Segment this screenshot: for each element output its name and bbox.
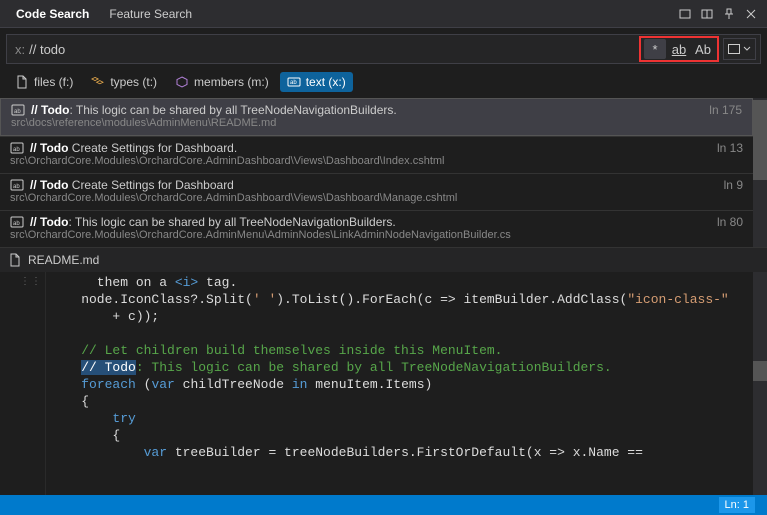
whole-word-toggle[interactable]: ab <box>668 39 690 59</box>
types-icon <box>91 75 105 89</box>
result-line: ln 175 <box>709 103 742 117</box>
close-icon[interactable] <box>741 4 761 24</box>
result-title-bold: // Todo <box>30 141 68 155</box>
file-icon <box>15 75 29 89</box>
code-content[interactable]: them on a <i> tag. node.IconClass?.Split… <box>46 272 753 495</box>
tab-code-search[interactable]: Code Search <box>6 1 99 27</box>
result-path: src\OrchardCore.Modules\OrchardCore.Admi… <box>10 229 717 241</box>
result-title-rest: Create Settings for Dashboard <box>68 178 233 192</box>
cursor-position[interactable]: Ln: 1 <box>719 497 755 513</box>
svg-text:ab: ab <box>13 221 20 227</box>
text-icon: ab <box>10 142 24 154</box>
result-item[interactable]: ab // Todo: This logic can be shared by a… <box>0 98 753 136</box>
search-input[interactable]: x: // todo <box>7 38 639 61</box>
svg-text:ab: ab <box>13 184 20 190</box>
filter-members-label: members (m:) <box>194 75 269 89</box>
result-item[interactable]: ab // Todo Create Settings for Dashboards… <box>0 173 753 210</box>
filter-types[interactable]: types (t:) <box>84 72 164 92</box>
result-item[interactable]: ab // Todo Create Settings for Dashboard.… <box>0 136 753 173</box>
view-box-icon <box>728 44 740 54</box>
results-scrollbar[interactable] <box>753 98 767 247</box>
members-icon <box>175 75 189 89</box>
tab-feature-search[interactable]: Feature Search <box>99 1 202 27</box>
result-title-bold: // Todo <box>30 215 68 229</box>
code-preview: ⋮⋮ them on a <i> tag. node.IconClass?.Sp… <box>0 272 767 495</box>
svg-text:ab: ab <box>13 147 20 153</box>
text-icon: ab <box>10 216 24 228</box>
text-icon: ab <box>11 104 25 116</box>
result-title-rest: Create Settings for Dashboard. <box>68 141 237 155</box>
status-bar: Ln: 1 <box>0 495 767 515</box>
regex-toggle[interactable]: * <box>644 39 666 59</box>
result-title-rest: : This logic can be shared by all TreeNo… <box>68 215 395 229</box>
search-prefix: x: <box>15 42 25 57</box>
search-bar: x: // todo * ab Ab <box>6 34 761 64</box>
filter-types-label: types (t:) <box>110 75 157 89</box>
text-icon: ab <box>10 179 24 191</box>
result-item[interactable]: ab // Todo: This logic can be shared by a… <box>0 210 753 247</box>
file-icon <box>8 253 22 267</box>
preview-filename: README.md <box>28 253 99 267</box>
search-options-highlight: * ab Ab <box>639 36 719 62</box>
title-bar: Code Search Feature Search <box>0 0 767 28</box>
result-line: ln 13 <box>717 141 743 155</box>
view-dropdown[interactable] <box>723 38 756 60</box>
code-scrollbar[interactable] <box>753 272 767 495</box>
result-path: src\OrchardCore.Modules\OrchardCore.Admi… <box>10 192 724 204</box>
result-title-bold: // Todo <box>30 178 68 192</box>
filter-files-label: files (f:) <box>34 75 73 89</box>
filter-text[interactable]: ab text (x:) <box>280 72 353 92</box>
pin-icon[interactable] <box>719 4 739 24</box>
window-layout-icon[interactable] <box>675 4 695 24</box>
scrollbar-thumb[interactable] <box>753 100 767 180</box>
result-line: ln 9 <box>724 178 743 192</box>
filter-tabs: files (f:) types (t:) members (m:) ab te… <box>0 68 767 98</box>
results-list: ab// Todo: This logic can be shared by a… <box>0 98 753 247</box>
chevron-down-icon <box>743 45 751 53</box>
text-icon: ab <box>287 75 301 89</box>
window-split-icon[interactable] <box>697 4 717 24</box>
preview-header: README.md <box>0 247 767 272</box>
filter-files[interactable]: files (f:) <box>8 72 80 92</box>
svg-text:ab: ab <box>290 80 297 86</box>
filter-members[interactable]: members (m:) <box>168 72 276 92</box>
search-query-text: // todo <box>29 42 65 57</box>
result-title-bold: // Todo <box>31 103 69 117</box>
result-path: src\OrchardCore.Modules\OrchardCore.Admi… <box>10 155 717 167</box>
code-gutter: ⋮⋮ <box>0 272 46 495</box>
svg-text:ab: ab <box>14 109 21 115</box>
result-line: ln 80 <box>717 215 743 229</box>
filter-text-label: text (x:) <box>306 75 346 89</box>
result-title-rest: : This logic can be shared by all TreeNo… <box>69 103 396 117</box>
match-case-toggle[interactable]: Ab <box>692 39 714 59</box>
result-path: src\docs\reference\modules\AdminMenu\REA… <box>11 117 709 129</box>
code-scrollbar-thumb[interactable] <box>753 361 767 381</box>
